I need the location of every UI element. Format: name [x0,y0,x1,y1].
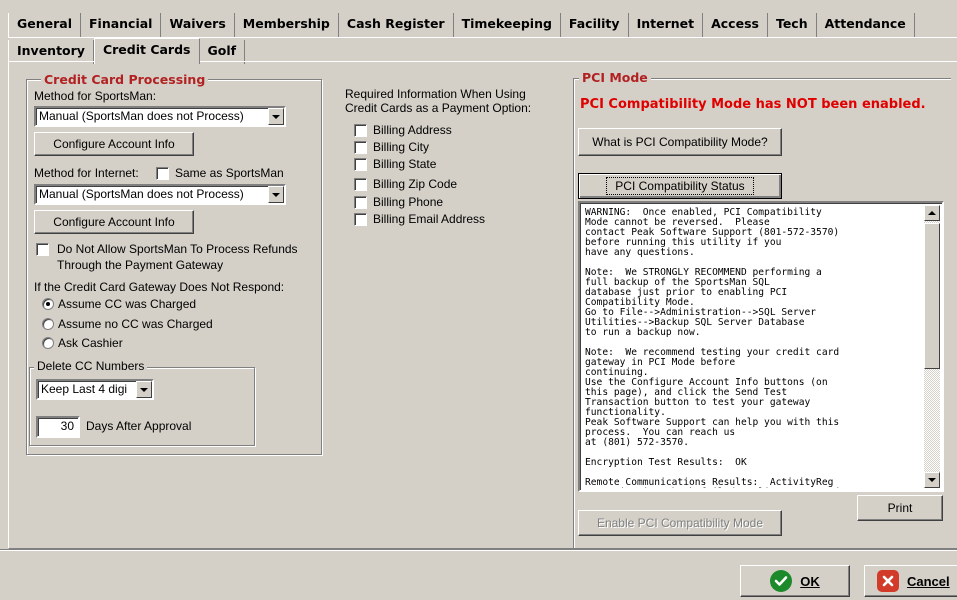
same-as-sportsman-checkbox[interactable] [156,167,169,180]
method-sportsman-value: Manual (SportsMan does not Process) [39,109,244,123]
footer-divider-light [0,550,957,551]
cancel-label: Cancel [907,573,950,589]
tab-membership[interactable]: Membership [234,13,339,37]
billing-city-checkbox[interactable] [354,141,367,154]
what-is-pci-button[interactable]: What is PCI Compatibility Mode? [578,128,782,156]
scroll-down-icon[interactable] [924,472,940,488]
scroll-up-icon[interactable] [924,205,940,221]
close-icon [877,570,899,592]
cancel-button[interactable]: Cancel [864,565,957,597]
method-internet-select[interactable]: Manual (SportsMan does not Process) [34,184,286,205]
billing-state-checkbox[interactable] [354,158,367,171]
billing-email-checkbox[interactable] [354,213,367,226]
chevron-down-icon[interactable] [136,381,152,398]
assume-charged-radio[interactable] [42,298,54,310]
method-sportsman-select[interactable]: Manual (SportsMan does not Process) [34,106,286,127]
method-internet-value: Manual (SportsMan does not Process) [39,187,244,201]
tab-internet[interactable]: Internet [628,13,704,37]
tab-timekeeping[interactable]: Timekeeping [453,13,561,37]
configure-account-info-button-2[interactable]: Configure Account Info [34,210,194,234]
tab-access[interactable]: Access [703,13,768,37]
pci-log-textarea[interactable]: WARNING: Once enabled, PCI Compatibility… [578,201,944,492]
billing-address-label: Billing Address [373,123,452,137]
no-refunds-label-line1: Do Not Allow SportsMan To Process Refund… [57,242,298,256]
credit-card-processing-title: Credit Card Processing [41,72,209,87]
billing-phone-label: Billing Phone [373,195,444,209]
assume-charged-label: Assume CC was Charged [58,297,197,311]
delete-cc-numbers-title: Delete CC Numbers [34,359,148,373]
configure-account-info-button-1[interactable]: Configure Account Info [34,132,194,156]
pci-status-button-label: PCI Compatibility Status [606,177,754,195]
pci-mode-title: PCI Mode [579,70,651,85]
tab-cash-register[interactable]: Cash Register [338,13,454,37]
tab-credit-cards[interactable]: Credit Cards [93,38,200,64]
tab-attendance[interactable]: Attendance [816,13,915,37]
days-input[interactable]: 30 [36,416,80,438]
tab-general[interactable]: General [8,13,81,37]
billing-city-label: Billing City [373,140,430,154]
ok-button[interactable]: OK [740,565,850,597]
enable-pci-button[interactable]: Enable PCI Compatibility Mode [578,510,782,536]
scroll-thumb[interactable] [924,223,940,369]
assume-not-charged-radio[interactable] [42,318,54,330]
billing-zip-label: Billing Zip Code [373,177,458,191]
billing-zip-checkbox[interactable] [354,178,367,191]
tab-row-1: General Financial Waivers Membership Cas… [8,13,915,37]
print-button[interactable]: Print [857,495,943,521]
chevron-down-icon[interactable] [268,186,284,203]
delete-cc-select[interactable]: Keep Last 4 digi [36,379,154,400]
pci-log-text: WARNING: Once enabled, PCI Compatibility… [585,207,840,489]
method-internet-label: Method for Internet: [34,166,139,180]
required-info-title-line1: Required Information When Using [345,87,526,101]
ok-label: OK [800,573,820,589]
no-refunds-label-line2: Through the Payment Gateway [57,258,224,272]
method-sportsman-label: Method for SportsMan: [34,89,157,103]
pci-log-scrollbar[interactable] [924,205,940,488]
check-icon [770,570,793,592]
required-info-title-line2: Credit Cards as a Payment Option: [345,101,532,115]
chevron-down-icon[interactable] [268,108,284,125]
pci-status-button[interactable]: PCI Compatibility Status [578,173,782,199]
billing-phone-checkbox[interactable] [354,196,367,209]
ask-cashier-label: Ask Cashier [58,336,123,350]
gateway-no-response-label: If the Credit Card Gateway Does Not Resp… [34,280,285,294]
delete-cc-value: Keep Last 4 digi [41,382,128,396]
tab-financial[interactable]: Financial [81,13,162,37]
assume-not-charged-label: Assume no CC was Charged [58,317,213,331]
tab-tech[interactable]: Tech [767,13,817,37]
tab-facility[interactable]: Facility [560,13,629,37]
billing-state-label: Billing State [373,157,437,171]
pci-not-enabled-warning: PCI Compatibility Mode has NOT been enab… [580,97,926,112]
billing-address-checkbox[interactable] [354,124,367,137]
same-as-sportsman-label: Same as SportsMan [175,166,284,180]
no-refunds-checkbox[interactable] [36,243,49,256]
tab-waivers[interactable]: Waivers [161,13,235,37]
billing-email-label: Billing Email Address [373,212,486,226]
days-after-approval-label: Days After Approval [86,419,192,433]
ask-cashier-radio[interactable] [42,337,54,349]
